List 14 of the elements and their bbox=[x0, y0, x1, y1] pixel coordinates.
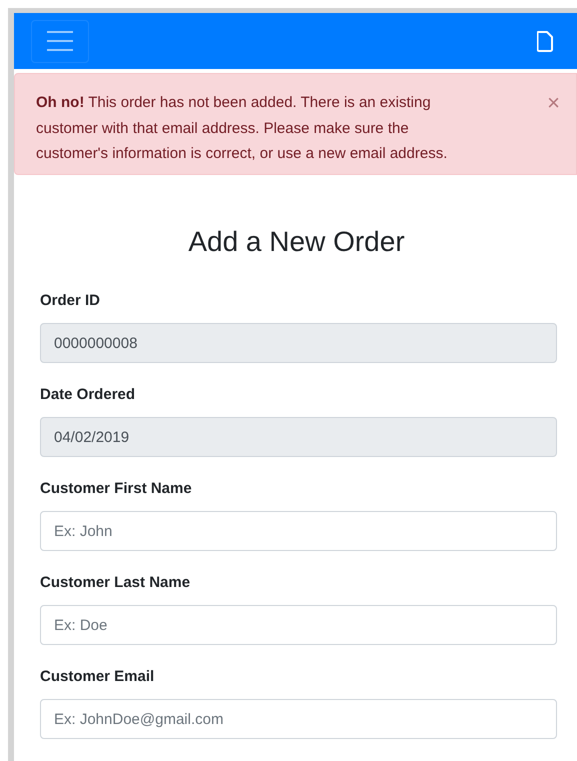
page-title: Add a New Order bbox=[187, 225, 406, 259]
field-label: Customer Email bbox=[40, 667, 156, 687]
input-field[interactable]: Ex: Doe bbox=[40, 605, 557, 645]
menu-button[interactable] bbox=[31, 20, 89, 62]
input-field[interactable]: Ex: JohnDoe@gmail.com bbox=[40, 699, 557, 739]
document-button[interactable] bbox=[537, 30, 553, 52]
field-label: Customer First Name bbox=[40, 479, 193, 499]
menu-icon bbox=[46, 30, 74, 52]
field-label: Date Ordered bbox=[40, 385, 136, 405]
alert-message: Oh no! This order has not been added. There is an existing customer with that email address. Please make sure the customer's information is correct, or use a new email address. bbox=[36, 93, 448, 164]
field-label: Order ID bbox=[40, 291, 102, 311]
document-icon bbox=[537, 30, 553, 52]
field-label: Customer Last Name bbox=[40, 573, 192, 593]
input-field[interactable]: Ex: John bbox=[40, 511, 557, 551]
